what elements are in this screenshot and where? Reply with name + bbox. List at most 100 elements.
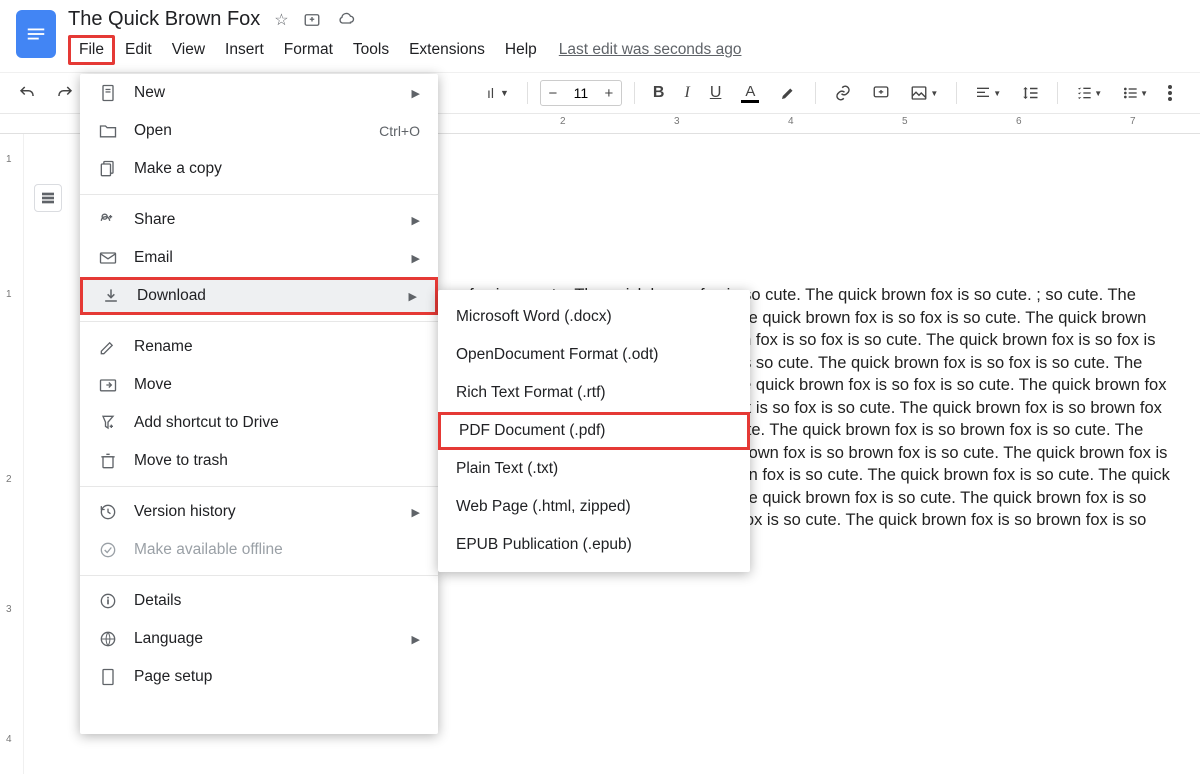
menu-view[interactable]: View — [162, 35, 215, 65]
offline-icon — [98, 540, 118, 560]
menu-file[interactable]: File — [68, 35, 115, 65]
file-menu-share[interactable]: Share ▶ — [80, 201, 438, 239]
more-options-icon[interactable] — [1162, 81, 1178, 105]
download-icon — [101, 286, 121, 306]
align-button[interactable]: ▼ — [969, 81, 1007, 105]
font-select[interactable]: ıl ▼ — [481, 85, 515, 101]
text-color-button[interactable]: A — [735, 79, 765, 107]
menu-extensions[interactable]: Extensions — [399, 35, 495, 65]
bullet-list-button[interactable]: ▼ — [1116, 81, 1154, 105]
submenu-arrow-icon: ▶ — [409, 290, 417, 303]
menu-format[interactable]: Format — [274, 35, 343, 65]
ruler-mark: 7 — [1130, 116, 1136, 127]
app-header: The Quick Brown Fox ☆ FileEditViewInsert… — [0, 0, 1200, 72]
star-icon[interactable]: ☆ — [274, 10, 288, 30]
vertical-ruler[interactable]: 11234 — [0, 134, 24, 774]
doc-icon — [98, 83, 118, 103]
submenu-arrow-icon: ▶ — [412, 506, 420, 519]
submenu-arrow-icon: ▶ — [412, 214, 420, 227]
menubar: FileEditViewInsertFormatToolsExtensionsH… — [68, 35, 1184, 65]
globe-icon — [98, 629, 118, 649]
file-menu-move[interactable]: Move — [80, 366, 438, 404]
link-button[interactable] — [828, 80, 858, 106]
italic-button[interactable]: I — [678, 80, 695, 106]
menu-item-label: Share — [134, 211, 396, 229]
shortcut-icon — [98, 413, 118, 433]
image-button[interactable]: ▼ — [904, 80, 944, 106]
download-web-page-html-zipped-[interactable]: Web Page (.html, zipped) — [438, 488, 750, 526]
redo-button[interactable] — [50, 80, 80, 106]
file-menu-rename[interactable]: Rename — [80, 328, 438, 366]
highlight-button[interactable] — [773, 80, 803, 106]
cloud-status-icon[interactable] — [335, 11, 357, 29]
underline-button[interactable]: U — [704, 80, 728, 106]
bold-button[interactable]: B — [647, 80, 671, 106]
outline-toggle[interactable] — [34, 184, 62, 212]
file-menu-add-shortcut-to-drive[interactable]: Add shortcut to Drive — [80, 404, 438, 442]
menu-item-label: Language — [134, 630, 396, 648]
copy-icon — [98, 159, 118, 179]
menu-item-label: Make available offline — [134, 541, 420, 559]
file-menu-language[interactable]: Language▶ — [80, 620, 438, 658]
download-rich-text-format-rtf-[interactable]: Rich Text Format (.rtf) — [438, 374, 750, 412]
menu-item-label: New — [134, 84, 396, 102]
menu-help[interactable]: Help — [495, 35, 547, 65]
font-size-decrease[interactable]: − — [541, 81, 565, 105]
download-pdf-document-pdf-[interactable]: PDF Document (.pdf) — [438, 412, 750, 450]
file-menu-version-history[interactable]: Version history ▶ — [80, 493, 438, 531]
mail-icon — [98, 248, 118, 268]
history-icon — [98, 502, 118, 522]
trash-icon — [98, 451, 118, 471]
menu-item-label: Open — [134, 122, 363, 140]
menu-item-label: Add shortcut to Drive — [134, 414, 420, 432]
download-submenu: Microsoft Word (.docx)OpenDocument Forma… — [438, 290, 750, 572]
line-spacing-button[interactable] — [1015, 80, 1045, 106]
menu-tools[interactable]: Tools — [343, 35, 399, 65]
font-size-input[interactable] — [565, 85, 597, 101]
undo-button[interactable] — [12, 80, 42, 106]
download-epub-publication-epub-[interactable]: EPUB Publication (.epub) — [438, 526, 750, 564]
menu-edit[interactable]: Edit — [115, 35, 162, 65]
info-icon — [98, 591, 118, 611]
menu-item-label: Rename — [134, 338, 420, 356]
download-microsoft-word-docx-[interactable]: Microsoft Word (.docx) — [438, 298, 750, 336]
file-menu-move-to-trash[interactable]: Move to trash — [80, 442, 438, 480]
menu-item-label: Email — [134, 249, 396, 267]
font-size-increase[interactable]: + — [597, 81, 621, 105]
menu-item-label: Move to trash — [134, 452, 420, 470]
file-menu-page-setup[interactable]: Page setup — [80, 658, 438, 696]
menu-item-label: Move — [134, 376, 420, 394]
file-menu-new[interactable]: New▶ — [80, 74, 438, 112]
checklist-button[interactable]: ▼ — [1070, 81, 1108, 105]
file-menu-make-a-copy[interactable]: Make a copy — [80, 150, 438, 188]
file-menu-email[interactable]: Email ▶ — [80, 239, 438, 277]
docs-logo[interactable] — [16, 10, 56, 58]
download-opendocument-format-odt-[interactable]: OpenDocument Format (.odt) — [438, 336, 750, 374]
menu-item-label: Page setup — [134, 668, 420, 686]
menu-item-label: Download — [137, 287, 393, 305]
share-icon — [98, 210, 118, 230]
document-title[interactable]: The Quick Brown Fox — [68, 8, 260, 31]
menu-item-label: Version history — [134, 503, 396, 521]
submenu-arrow-icon: ▶ — [412, 252, 420, 265]
folder-icon — [98, 121, 118, 141]
vruler-mark: 1 — [6, 289, 12, 300]
vruler-mark: 1 — [6, 154, 12, 165]
vruler-mark: 3 — [6, 604, 12, 615]
move-to-drive-icon[interactable] — [303, 11, 321, 29]
file-menu-download[interactable]: Download ▶ — [80, 277, 438, 315]
download-plain-text-txt-[interactable]: Plain Text (.txt) — [438, 450, 750, 488]
vruler-mark: 4 — [6, 734, 12, 745]
file-menu-open[interactable]: OpenCtrl+O — [80, 112, 438, 150]
last-edit-link[interactable]: Last edit was seconds ago — [547, 35, 754, 65]
font-size-stepper[interactable]: − + — [540, 80, 622, 106]
file-menu-details[interactable]: Details — [80, 582, 438, 620]
menu-insert[interactable]: Insert — [215, 35, 274, 65]
file-menu-make-available-offline: Make available offline — [80, 531, 438, 569]
ruler-mark: 6 — [1016, 116, 1022, 127]
page-icon — [98, 667, 118, 687]
comment-button[interactable] — [866, 80, 896, 106]
menu-item-label: Details — [134, 592, 420, 610]
menu-item-label: Make a copy — [134, 160, 420, 178]
ruler-mark: 2 — [560, 116, 566, 127]
